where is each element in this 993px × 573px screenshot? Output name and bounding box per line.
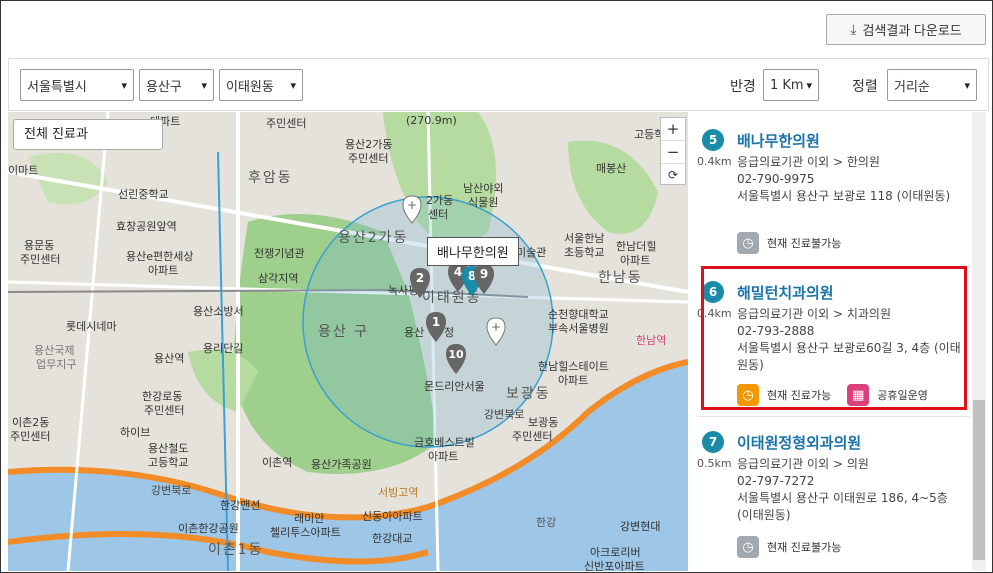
chevron-down-icon: ▾ xyxy=(964,78,970,92)
refresh-icon[interactable]: ⟳ xyxy=(661,164,685,186)
result-status: ◷ 현재 진료불가능 xyxy=(737,536,841,558)
result-distance: 0.5km xyxy=(697,457,732,470)
radius-select[interactable]: 1 Km ▾ xyxy=(763,69,819,101)
highlight-box xyxy=(701,266,967,410)
result-address: 서울특별시 용산구 보광로 118 (이태원동) xyxy=(737,189,951,203)
map-tooltip: 배나무한의원 xyxy=(427,237,519,266)
zoom-out-button[interactable]: − xyxy=(661,141,685,164)
map-marker-10[interactable]: 10 xyxy=(446,344,466,374)
sort-label: 정렬 xyxy=(852,79,878,95)
chevron-down-icon: ▾ xyxy=(121,78,127,92)
svg-text:+: + xyxy=(407,198,417,212)
result-number: 7 xyxy=(702,431,724,453)
download-label: 검색결과 다운로드 xyxy=(862,23,962,38)
filter-bar: 서울특별시 ▾ 용산구 ▾ 이태원동 ▾ 반경 1 Km ▾ 정렬 거리순 ▾ xyxy=(8,58,989,111)
map-view[interactable]: 주민센터 용산2가동 주민센터 (270.9m) 데파트 고등학교 이마트 선린… xyxy=(8,112,688,571)
map-marker-9[interactable]: 9 xyxy=(474,264,494,294)
marker-layer: 1 2 4 8 9 10 + + xyxy=(402,195,506,374)
svg-text:+: + xyxy=(491,320,501,334)
radius-value: 1 Km xyxy=(770,77,804,93)
result-name[interactable]: 배나무한의원 xyxy=(737,130,820,151)
map-marker-2[interactable]: 2 xyxy=(410,268,430,298)
result-number: 5 xyxy=(702,129,724,151)
map-marker-hospital[interactable]: + xyxy=(486,317,506,346)
chevron-down-icon: ▾ xyxy=(201,78,207,92)
svg-text:4: 4 xyxy=(454,265,462,279)
city-select[interactable]: 서울특별시 ▾ xyxy=(20,69,134,101)
result-category: 응급의료기관 이외 > 의원 xyxy=(737,457,869,471)
city-value: 서울특별시 xyxy=(27,79,87,95)
district-select[interactable]: 용산구 ▾ xyxy=(139,69,214,101)
map-marker-hospital[interactable]: + xyxy=(402,195,422,224)
download-results-button[interactable]: ⤓ 검색결과 다운로드 xyxy=(826,14,986,45)
chevron-down-icon: ▾ xyxy=(290,78,296,92)
result-distance: 0.4km xyxy=(697,155,732,168)
status-label: 현재 진료불가능 xyxy=(767,237,842,250)
result-name[interactable]: 이태원정형외과의원 xyxy=(737,432,861,453)
result-status: ◷ 현재 진료불가능 xyxy=(737,232,841,254)
sort-value: 거리순 xyxy=(894,79,930,95)
specialty-select[interactable]: 전체 진료과 xyxy=(13,119,163,150)
radius-label: 반경 xyxy=(730,79,756,95)
zoom-in-button[interactable]: + xyxy=(661,118,685,141)
clock-icon: ◷ xyxy=(737,232,759,254)
neighborhood-value: 이태원동 xyxy=(226,79,274,95)
svg-text:9: 9 xyxy=(480,267,488,281)
divider xyxy=(698,416,970,417)
svg-text:2: 2 xyxy=(416,271,424,285)
sort-select[interactable]: 거리순 ▾ xyxy=(887,69,977,101)
result-phone: 02-790-9975 xyxy=(737,172,815,186)
clock-icon: ◷ xyxy=(737,536,759,558)
svg-text:10: 10 xyxy=(448,348,464,361)
result-address: 서울특별시 용산구 이태원로 186, 4~5층 (이태원동) xyxy=(737,491,948,522)
map-marker-1[interactable]: 1 xyxy=(426,312,446,342)
zoom-control: + − ⟳ xyxy=(660,117,686,185)
result-category: 응급의료기관 이외 > 한의원 xyxy=(737,155,880,169)
svg-text:1: 1 xyxy=(432,315,440,329)
chevron-down-icon: ▾ xyxy=(806,78,812,92)
neighborhood-select[interactable]: 이태원동 ▾ xyxy=(219,69,303,101)
result-phone: 02-797-7272 xyxy=(737,474,815,488)
status-label: 현재 진료불가능 xyxy=(767,541,842,554)
download-icon: ⤓ xyxy=(850,21,857,37)
district-value: 용산구 xyxy=(146,79,182,95)
scrollbar-thumb[interactable] xyxy=(973,400,985,560)
